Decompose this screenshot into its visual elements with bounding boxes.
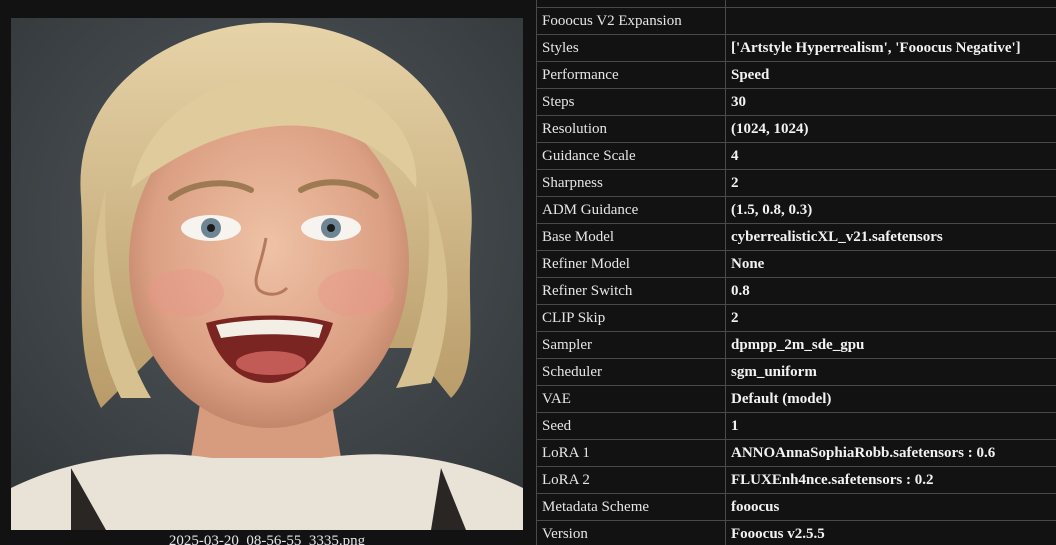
metadata-key: Resolution xyxy=(536,115,726,143)
metadata-row: Fooocus V2 Expansion xyxy=(536,7,1056,35)
metadata-key: Refiner Switch xyxy=(536,277,726,305)
metadata-value: ANNOAnnaSophiaRobb.safetensors : 0.6 xyxy=(725,439,1056,467)
metadata-row: CLIP Skip 2 xyxy=(536,304,1056,332)
metadata-row: Styles ['Artstyle Hyperrealism', 'Fooocus… xyxy=(536,34,1056,62)
metadata-row: Guidance Scale 4 xyxy=(536,142,1056,170)
metadata-value: Fooocus v2.5.5 xyxy=(725,520,1056,545)
fooocus-log-page: 2025-03-20_08-56-55_3335.png Fooocus V2 … xyxy=(0,0,1056,545)
metadata-key: Steps xyxy=(536,88,726,116)
metadata-value: Default (model) xyxy=(725,385,1056,413)
metadata-value: dpmpp_2m_sde_gpu xyxy=(725,331,1056,359)
metadata-row: Steps 30 xyxy=(536,88,1056,116)
metadata-row: Base Model cyberrealisticXL_v21.safetenso… xyxy=(536,223,1056,251)
metadata-key: VAE xyxy=(536,385,726,413)
metadata-key: Styles xyxy=(536,34,726,62)
metadata-value xyxy=(725,7,1056,35)
metadata-value xyxy=(725,0,1056,8)
metadata-key xyxy=(536,0,726,8)
metadata-value: (1024, 1024) xyxy=(725,115,1056,143)
metadata-key: Seed xyxy=(536,412,726,440)
metadata-value: (1.5, 0.8, 0.3) xyxy=(725,196,1056,224)
metadata-row: Version Fooocus v2.5.5 xyxy=(536,520,1056,545)
metadata-key: LoRA 1 xyxy=(536,439,726,467)
metadata-row xyxy=(536,0,1056,8)
metadata-row: Refiner Model None xyxy=(536,250,1056,278)
metadata-row: LoRA 1 ANNOAnnaSophiaRobb.safetensors : 0… xyxy=(536,439,1056,467)
metadata-key: Metadata Scheme xyxy=(536,493,726,521)
metadata-key: Version xyxy=(536,520,726,545)
metadata-row: Sampler dpmpp_2m_sde_gpu xyxy=(536,331,1056,359)
metadata-row: Sharpness 2 xyxy=(536,169,1056,197)
metadata-table: Fooocus V2 Expansion Styles ['Artstyle Hyp… xyxy=(536,0,1056,545)
metadata-value: 2 xyxy=(725,169,1056,197)
metadata-key: Sharpness xyxy=(536,169,726,197)
metadata-key: Performance xyxy=(536,61,726,89)
image-filename: 2025-03-20_08-56-55_3335.png xyxy=(168,533,366,545)
metadata-row: Scheduler sgm_uniform xyxy=(536,358,1056,386)
metadata-row: Seed 1 xyxy=(536,412,1056,440)
metadata-key: Base Model xyxy=(536,223,726,251)
metadata-value: 30 xyxy=(725,88,1056,116)
metadata-row: Refiner Switch 0.8 xyxy=(536,277,1056,305)
metadata-row: VAE Default (model) xyxy=(536,385,1056,413)
metadata-value: ['Artstyle Hyperrealism', 'Fooocus Negat… xyxy=(725,34,1056,62)
metadata-key: CLIP Skip xyxy=(536,304,726,332)
metadata-row: ADM Guidance (1.5, 0.8, 0.3) xyxy=(536,196,1056,224)
metadata-key: Sampler xyxy=(536,331,726,359)
metadata-key: Fooocus V2 Expansion xyxy=(536,7,726,35)
metadata-key: ADM Guidance xyxy=(536,196,726,224)
metadata-value: 0.8 xyxy=(725,277,1056,305)
metadata-key: Scheduler xyxy=(536,358,726,386)
metadata-value: fooocus xyxy=(725,493,1056,521)
metadata-value: 1 xyxy=(725,412,1056,440)
metadata-row: LoRA 2 FLUXEnh4nce.safetensors : 0.2 xyxy=(536,466,1056,494)
metadata-key: LoRA 2 xyxy=(536,466,726,494)
metadata-row: Metadata Scheme fooocus xyxy=(536,493,1056,521)
metadata-row: Performance Speed xyxy=(536,61,1056,89)
metadata-value: 2 xyxy=(725,304,1056,332)
metadata-key: Guidance Scale xyxy=(536,142,726,170)
metadata-value: FLUXEnh4nce.safetensors : 0.2 xyxy=(725,466,1056,494)
portrait-image-icon xyxy=(11,18,523,530)
metadata-value: sgm_uniform xyxy=(725,358,1056,386)
metadata-value: None xyxy=(725,250,1056,278)
metadata-value: cyberrealisticXL_v21.safetensors xyxy=(725,223,1056,251)
metadata-value: Speed xyxy=(725,61,1056,89)
generated-image[interactable] xyxy=(11,18,523,530)
metadata-value: 4 xyxy=(725,142,1056,170)
metadata-key: Refiner Model xyxy=(536,250,726,278)
metadata-row: Resolution (1024, 1024) xyxy=(536,115,1056,143)
